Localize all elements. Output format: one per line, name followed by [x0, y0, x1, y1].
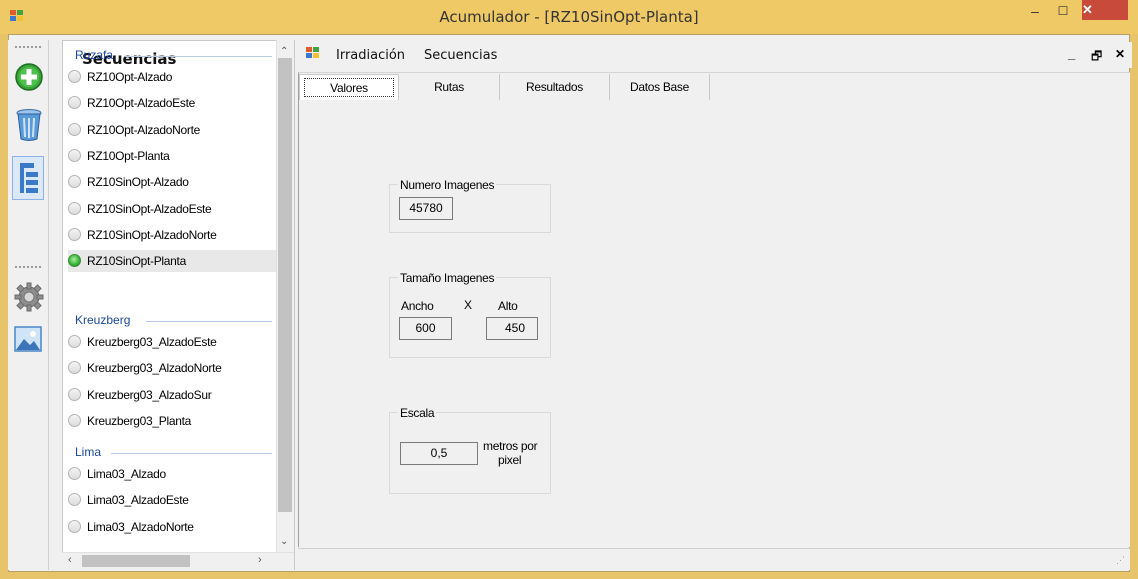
sequence-item[interactable]: Kreuzberg03_Planta [68, 410, 276, 432]
child-restore-button[interactable]: 🗗 [1091, 47, 1102, 68]
vertical-scroll-thumb[interactable] [278, 58, 292, 512]
sequence-item[interactable]: RZ10Opt-AlzadoEste [68, 92, 276, 114]
scroll-right-icon[interactable]: › [258, 554, 262, 566]
sequence-item[interactable]: Kreuzberg03_AlzadoEste [68, 331, 276, 353]
escala-unit-line1: metros por [483, 439, 538, 453]
child-close-button[interactable]: ✕ [1115, 47, 1125, 61]
group-label-ruzafa: Ruzafa [75, 48, 114, 62]
sequence-item[interactable]: RZ10SinOpt-Alzado [68, 171, 276, 193]
radio-icon[interactable] [68, 227, 81, 241]
gear-icon[interactable] [14, 282, 44, 312]
sequence-item-label: RZ10Opt-Alzado [87, 70, 173, 84]
escala-field[interactable]: 0,5 [400, 442, 478, 465]
escala-unit-line2: pixel [498, 453, 522, 467]
radio-icon[interactable] [68, 122, 81, 136]
sequence-item-label: RZ10SinOpt-Planta [87, 254, 186, 269]
sequence-item[interactable]: Kreuzberg03_AlzadoSur [68, 384, 276, 406]
radio-icon[interactable] [68, 96, 81, 110]
numero-imagenes-field[interactable]: 45780 [399, 197, 453, 220]
sequence-item-label: Kreuzberg03_AlzadoNorte [87, 361, 222, 376]
sequence-item-label: Kreuzberg03_AlzadoEste [87, 335, 217, 349]
ancho-label: Ancho [401, 299, 434, 313]
sequence-item-label: RZ10Opt-AlzadoNorte [87, 122, 201, 137]
minimize-button[interactable]: – [1022, 1, 1048, 21]
resize-grip-icon[interactable]: ⋰ [1116, 555, 1125, 566]
radio-icon[interactable] [68, 201, 81, 215]
toolbar-grip-2[interactable] [15, 266, 41, 268]
radio-icon[interactable] [68, 413, 81, 427]
child-minimize-button[interactable]: _ [1068, 46, 1075, 61]
horizontal-scroll-thumb[interactable] [82, 555, 190, 567]
toolbar-grip[interactable] [15, 46, 41, 48]
radio-icon[interactable] [68, 175, 81, 189]
radio-icon[interactable] [68, 335, 81, 348]
sequence-item-label: RZ10SinOpt-AlzadoNorte [87, 227, 217, 242]
child-app-icon[interactable] [306, 47, 320, 59]
sequence-item-label: RZ10SinOpt-Alzado [87, 175, 189, 190]
sequence-item[interactable]: Lima03_AlzadoEste [68, 489, 276, 511]
tab-valores-label: Valores [304, 78, 394, 97]
sequence-item[interactable]: RZ10Opt-AlzadoNorte [68, 119, 276, 141]
radio-icon[interactable] [68, 519, 81, 533]
radio-icon[interactable] [68, 387, 81, 401]
sequence-item[interactable]: Kreuzberg03_AlzadoNorte [68, 357, 276, 379]
sequence-item-label: Kreuzberg03_Planta [87, 413, 192, 428]
group-divider [125, 56, 272, 57]
scroll-down-icon[interactable]: ⌄ [280, 536, 288, 547]
add-icon[interactable] [14, 62, 44, 92]
sequence-item[interactable]: RZ10SinOpt-Planta [68, 250, 276, 273]
sequence-item[interactable]: RZ10SinOpt-AlzadoNorte [68, 224, 276, 246]
image-icon[interactable] [14, 326, 44, 356]
radio-icon[interactable] [68, 467, 81, 480]
sequence-item-label: RZ10SinOpt-AlzadoEste [87, 201, 212, 216]
menu-secuencias[interactable]: Secuencias [424, 48, 497, 63]
sequence-item-label: RZ10Opt-Planta [87, 148, 170, 163]
group-divider [111, 453, 272, 454]
sequence-item[interactable]: RZ10Opt-Planta [68, 145, 276, 167]
sequence-item-label: RZ10Opt-AlzadoEste [87, 96, 195, 111]
scroll-up-icon[interactable]: ⌃ [280, 46, 288, 57]
radio-icon[interactable] [68, 70, 81, 83]
group-label-lima: Lima [75, 445, 102, 459]
tab-rutas[interactable]: Rutas [399, 74, 500, 100]
alto-label: Alto [498, 299, 518, 313]
sequence-item-label: Lima03_AlzadoEste [87, 493, 189, 508]
sequence-item[interactable]: RZ10SinOpt-AlzadoEste [68, 198, 276, 220]
numero-imagenes-title: Numero Imagenes [398, 178, 497, 192]
sequence-item[interactable]: Lima03_Alzado [68, 463, 276, 485]
radio-selected-icon[interactable] [68, 254, 81, 268]
menu-irradiacion[interactable]: Irradiación [336, 48, 405, 63]
sequence-item-label: Lima03_AlzadoNorte [87, 519, 194, 534]
tab-valores[interactable]: Valores [299, 74, 399, 100]
trash-icon[interactable] [14, 108, 44, 141]
close-button[interactable]: ✕ [1082, 0, 1128, 20]
tab-datos-base[interactable]: Datos Base [610, 74, 710, 100]
ancho-field[interactable]: 600 [399, 317, 452, 340]
sequence-item[interactable]: Lima03_AlzadoNorte [68, 516, 276, 538]
sequence-item-label: Kreuzberg03_AlzadoSur [87, 387, 212, 402]
tab-resultados[interactable]: Resultados [500, 74, 610, 100]
status-bar [298, 548, 1130, 570]
radio-icon[interactable] [68, 148, 81, 162]
group-divider [146, 321, 272, 322]
window-title: Acumulador - [RZ10SinOpt-Planta] [439, 8, 699, 26]
radio-icon[interactable] [68, 361, 81, 375]
maximize-button[interactable]: ☐ [1050, 1, 1076, 21]
tree-view-button[interactable] [12, 156, 44, 200]
alto-field[interactable]: 450 [486, 317, 538, 340]
group-label-kreuzberg: Kreuzberg [75, 313, 131, 327]
sequence-item-label: Lima03_Alzado [87, 467, 166, 481]
escala-title: Escala [398, 406, 437, 420]
tamano-imagenes-title: Tamaño Imagenes [398, 271, 497, 285]
tree-icon [20, 163, 38, 193]
x-label: X [464, 298, 472, 312]
sequence-item[interactable]: RZ10Opt-Alzado [68, 66, 276, 88]
scroll-left-icon[interactable]: ‹ [68, 554, 72, 566]
radio-icon[interactable] [68, 493, 81, 507]
